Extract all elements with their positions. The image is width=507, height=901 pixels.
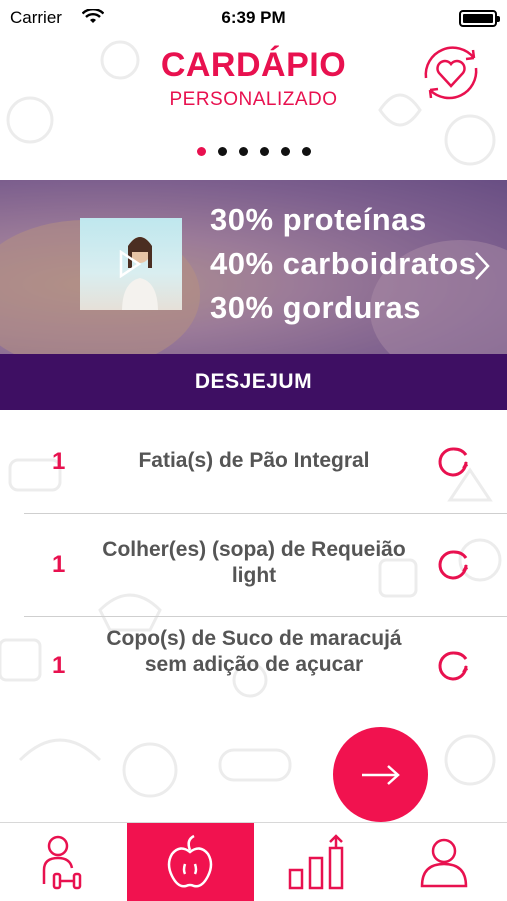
page-dot[interactable]	[280, 147, 290, 156]
page-indicator	[0, 143, 507, 156]
macro-fats: 30% gorduras	[210, 290, 422, 325]
tab-diet[interactable]	[126, 823, 254, 901]
page-dot[interactable]	[259, 147, 269, 156]
item-name: Fatia(s) de Pão Integral	[138, 449, 370, 472]
macro-banner: 30% proteínas 40% carboidratos 30% gordu…	[0, 180, 507, 354]
meal-header: DESJEJUM	[0, 354, 507, 410]
page-dot[interactable]	[238, 147, 248, 156]
item-name: Colher(es) (sopa) de Requeião light	[102, 538, 406, 587]
tab-profile[interactable]	[380, 823, 507, 901]
heart-refresh-icon[interactable]	[416, 40, 486, 106]
refresh-icon[interactable]	[434, 545, 474, 585]
meal-item: 1 Colher(es) (sopa) de Requeião light	[24, 535, 507, 595]
macro-carbs: 40% carboidratos	[210, 246, 477, 281]
battery-icon	[459, 10, 500, 27]
person-weights-icon	[43, 835, 82, 890]
profile-icon	[420, 838, 467, 888]
play-icon[interactable]	[118, 250, 142, 278]
divider	[24, 616, 507, 617]
chevron-right-icon[interactable]	[473, 250, 491, 282]
page-dot[interactable]	[217, 147, 227, 156]
meal-item: 1 Copo(s) de Suco de maracujá sem adição…	[24, 626, 507, 706]
divider	[24, 513, 507, 514]
arrow-right-icon	[361, 764, 400, 785]
bar-chart-up-icon	[288, 834, 344, 890]
next-button[interactable]	[333, 727, 428, 822]
tab-training[interactable]	[0, 823, 127, 901]
item-quantity: 1	[52, 448, 66, 475]
item-quantity: 1	[52, 551, 66, 578]
tab-progress[interactable]	[254, 823, 381, 901]
item-name: Copo(s) de Suco de maracujá sem adição d…	[106, 627, 402, 676]
video-thumbnail[interactable]	[80, 218, 182, 310]
meal-title: DESJEJUM	[194, 370, 313, 393]
apple-icon	[167, 834, 213, 888]
meal-item: 1 Fatia(s) de Pão Integral	[24, 438, 507, 488]
refresh-icon[interactable]	[434, 646, 474, 686]
page-dot-active[interactable]	[196, 147, 206, 156]
macro-list: 30% proteínas 40% carboidratos 30% gordu…	[210, 198, 476, 330]
clock: 6:39 PM	[221, 8, 286, 27]
refresh-icon[interactable]	[434, 442, 474, 482]
macro-proteins: 30% proteínas	[210, 202, 427, 237]
page-dot[interactable]	[301, 147, 311, 156]
tab-bar	[0, 822, 507, 901]
header: CARDÁPIO PERSONALIZADO	[0, 40, 507, 130]
status-bar: Carrier 6:39 PM	[0, 0, 507, 36]
item-quantity: 1	[52, 652, 66, 679]
